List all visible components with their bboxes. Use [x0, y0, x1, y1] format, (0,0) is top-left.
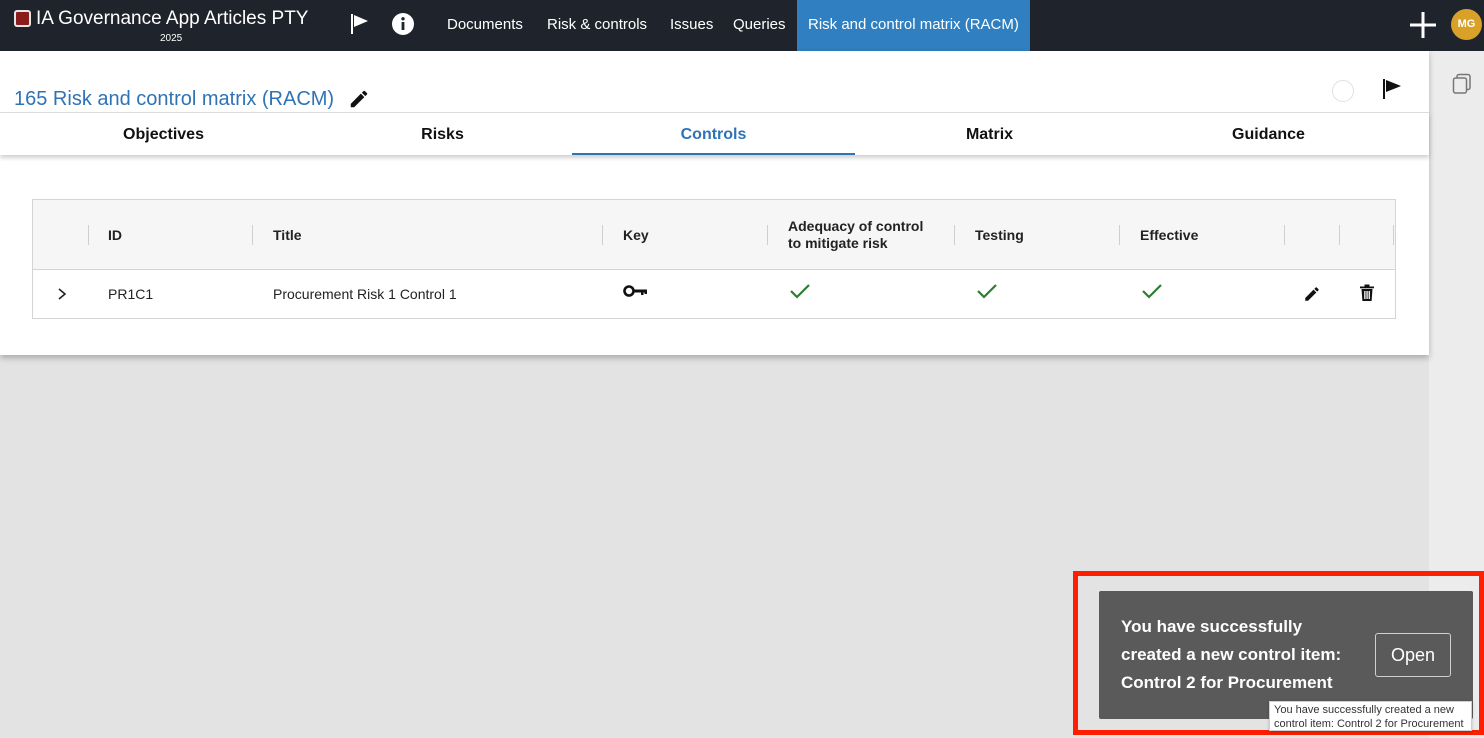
nav-queries[interactable]: Queries	[722, 0, 797, 51]
column-header-testing[interactable]: Testing	[975, 200, 1024, 270]
check-icon	[977, 284, 997, 299]
column-header-title[interactable]: Title	[273, 200, 302, 270]
table-header: ID Title Key Adequacy of control to miti…	[33, 200, 1395, 270]
flag-icon[interactable]	[348, 12, 372, 36]
column-separator	[1119, 225, 1120, 245]
app-year: 2025	[160, 33, 183, 44]
column-separator	[767, 225, 768, 245]
column-separator	[1284, 225, 1285, 245]
info-icon[interactable]	[391, 12, 415, 36]
top-bar: IA Governance App Articles PTY 2025 Docu…	[0, 0, 1484, 51]
app-title: IA Governance App Articles PTY	[36, 8, 309, 29]
controls-table: ID Title Key Adequacy of control to miti…	[32, 199, 1396, 319]
column-header-adequacy-line1: Adequacy of control	[788, 218, 924, 234]
column-header-adequacy-line2: to mitigate risk	[788, 235, 888, 251]
column-header-adequacy[interactable]: Adequacy of control to mitigate risk	[788, 200, 923, 270]
table-row[interactable]: PR1C1 Procurement Risk 1 Control 1	[33, 270, 1395, 318]
tab-bar: Objectives Risks Controls Matrix Guidanc…	[0, 112, 1429, 155]
column-header-key[interactable]: Key	[623, 200, 649, 270]
user-avatar[interactable]: MG	[1451, 9, 1482, 40]
main-panel: 165 Risk and control matrix (RACM) Objec…	[0, 51, 1429, 355]
flag-icon[interactable]	[1380, 77, 1404, 101]
cell-title: Procurement Risk 1 Control 1	[273, 286, 457, 302]
edit-icon[interactable]	[1303, 285, 1321, 303]
column-header-effective[interactable]: Effective	[1140, 200, 1198, 270]
check-icon	[790, 284, 810, 299]
nav-risk-controls[interactable]: Risk & controls	[536, 0, 658, 51]
trash-icon[interactable]	[1359, 284, 1375, 302]
edit-title-icon[interactable]	[348, 88, 370, 110]
page-title: 165 Risk and control matrix (RACM)	[14, 88, 335, 110]
nav-racm[interactable]: Risk and control matrix (RACM)	[797, 0, 1030, 51]
toast-message: You have successfully created a new cont…	[1121, 617, 1342, 692]
active-tab-indicator	[572, 153, 855, 155]
column-separator	[954, 225, 955, 245]
column-separator	[1339, 225, 1340, 245]
tab-risks[interactable]: Risks	[301, 113, 584, 156]
column-separator	[88, 225, 89, 245]
success-toast: You have successfully created a new cont…	[1099, 591, 1473, 719]
column-separator	[1393, 225, 1394, 245]
add-icon[interactable]	[1408, 10, 1438, 40]
nav-documents[interactable]: Documents	[436, 0, 534, 51]
chevron-right-icon[interactable]	[55, 286, 69, 302]
app-logo-icon	[14, 10, 31, 27]
column-header-id[interactable]: ID	[108, 200, 122, 270]
tab-controls[interactable]: Controls	[572, 113, 855, 156]
copy-icon[interactable]	[1451, 73, 1473, 95]
tab-objectives[interactable]: Objectives	[22, 113, 305, 156]
cell-id: PR1C1	[108, 286, 154, 302]
tab-guidance[interactable]: Guidance	[1127, 113, 1410, 156]
toast-tooltip: You have successfully created a new cont…	[1269, 701, 1472, 731]
nav-issues[interactable]: Issues	[659, 0, 724, 51]
key-icon	[623, 285, 647, 297]
check-icon	[1142, 284, 1162, 299]
status-circle-icon[interactable]	[1332, 80, 1354, 102]
toast-open-button[interactable]: Open	[1375, 633, 1451, 677]
column-separator	[602, 225, 603, 245]
column-separator	[252, 225, 253, 245]
tab-matrix[interactable]: Matrix	[848, 113, 1131, 156]
